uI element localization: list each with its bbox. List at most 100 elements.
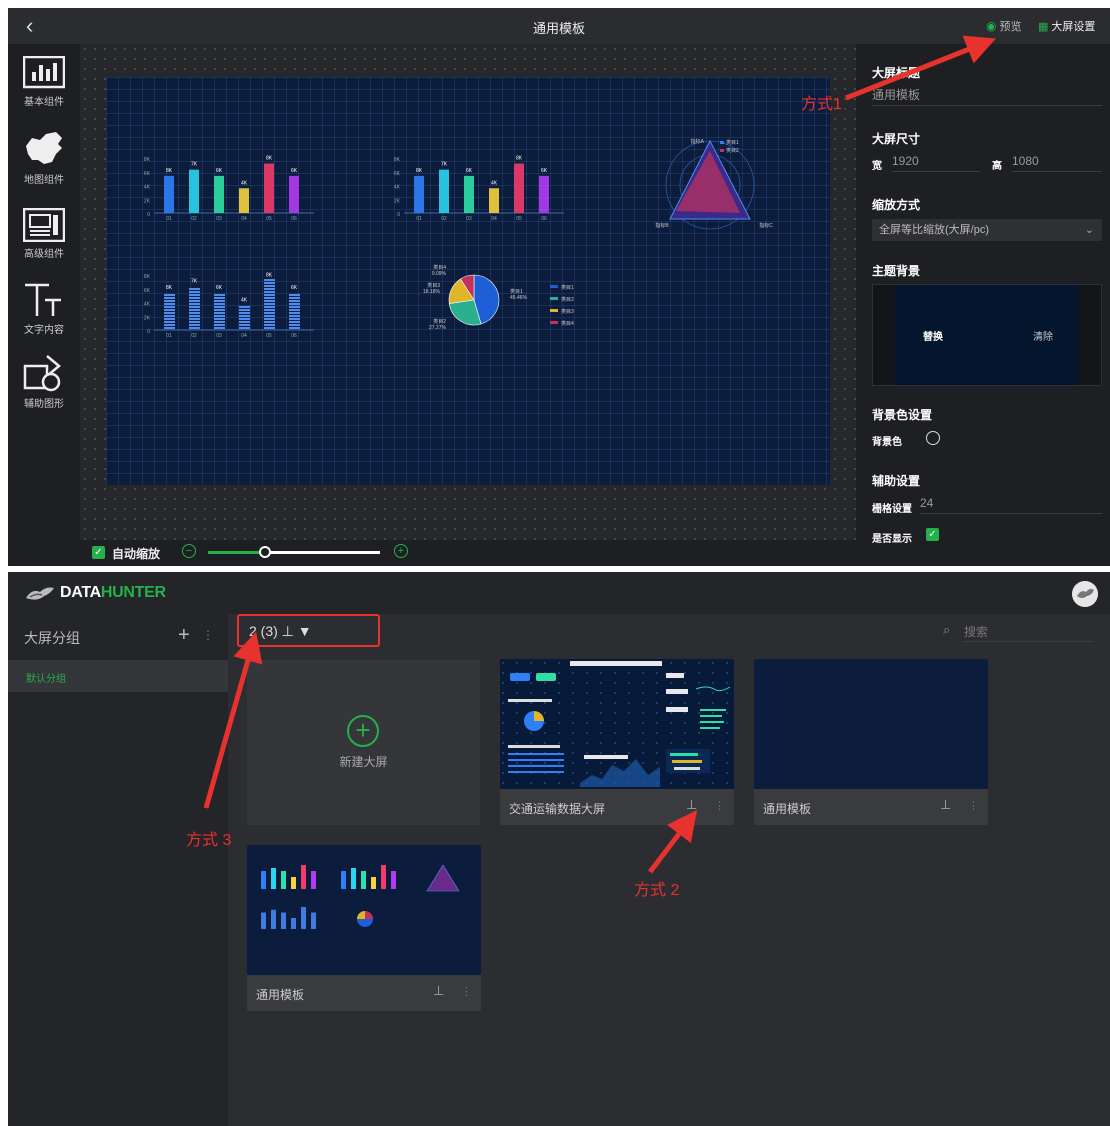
more-icon[interactable]: ⋮ bbox=[461, 985, 472, 998]
bar-chart-3-bar-segment bbox=[214, 294, 225, 296]
bar-chart-3-bar-segment bbox=[264, 321, 275, 323]
pie-legend-label: 类目3 bbox=[561, 308, 574, 315]
bar-chart-1-value-label: 8K bbox=[166, 168, 173, 174]
bar-chart-3-bar-segment bbox=[164, 312, 175, 314]
eye-icon: ◉ bbox=[986, 19, 997, 33]
bar-chart-3-value-label: 8K bbox=[166, 285, 173, 291]
bar-chart-3-bar-segment bbox=[164, 324, 175, 326]
radar-axis-label: 指标A bbox=[691, 138, 705, 145]
avatar[interactable] bbox=[1072, 581, 1098, 607]
bar-chart-3-bar-segment bbox=[214, 315, 225, 317]
theme-bg-heading: 主题背景 bbox=[872, 264, 921, 278]
card-footer: 交通运输数据大屏 ⊥ ⋮ bbox=[500, 789, 734, 825]
bar-chart-3-value-label: 6K bbox=[216, 285, 223, 291]
screen-card-transport[interactable]: 交通运输数据大屏 ⊥ ⋮ bbox=[500, 659, 734, 825]
bar-chart-3-bar-segment bbox=[289, 324, 300, 326]
rail-aux-shapes[interactable]: 辅助图形 bbox=[8, 354, 80, 410]
grid-setting-input[interactable]: 24 bbox=[920, 494, 1102, 514]
bar-chart-3-bar-segment bbox=[164, 309, 175, 311]
bg-color-picker[interactable] bbox=[926, 431, 940, 445]
rail-map-components[interactable]: 地图组件 bbox=[8, 130, 80, 186]
zoom-slider-handle[interactable] bbox=[258, 546, 271, 558]
bar-chart-3-bar-segment bbox=[214, 321, 225, 323]
rail-text-content[interactable]: 文字内容 bbox=[8, 282, 80, 336]
bar-chart-3-ytick: 0 bbox=[147, 329, 150, 335]
auto-zoom-checkbox[interactable]: ✓ bbox=[92, 546, 105, 559]
avatar-icon bbox=[1072, 581, 1098, 607]
bar-chart-2-value-label: 8K bbox=[516, 156, 523, 162]
replace-bg-button[interactable]: 替换 bbox=[903, 328, 963, 343]
editor-canvas[interactable]: 8K 6K 4K 2K 0 8K 01 7K 02 6K 03 4K 04 8K 05 6K 06 8K 6K 4K 2… bbox=[80, 44, 856, 540]
bar-chart-2-ytick: 6K bbox=[394, 171, 401, 177]
clear-bg-button[interactable]: 清除 bbox=[1013, 328, 1073, 343]
search-input[interactable] bbox=[964, 622, 1094, 642]
card-footer: 通用模板 ⊥ ⋮ bbox=[247, 975, 481, 1011]
new-screen-card[interactable]: + 新建大屏 bbox=[247, 660, 480, 825]
bar-chart-2-bar bbox=[414, 175, 424, 213]
bar-chart-3-category-label: 05 bbox=[266, 333, 272, 339]
bar-chart-3-bar-segment bbox=[189, 291, 200, 293]
big-screen-preview[interactable]: 8K 6K 4K 2K 0 8K 01 7K 02 6K 03 4K 04 8K 05 6K 06 8K 6K 4K 2… bbox=[106, 77, 830, 485]
bar-chart-3-bar-segment bbox=[214, 312, 225, 314]
bar-chart-2-category-label: 01 bbox=[416, 216, 422, 222]
bar-chart-3-bar-segment bbox=[189, 297, 200, 299]
bar-chart-1-bar bbox=[214, 175, 224, 213]
zoom-in-button[interactable]: + bbox=[394, 544, 408, 558]
add-group-button[interactable]: + bbox=[178, 624, 190, 647]
thumb-bar bbox=[371, 877, 376, 889]
bar-chart-3-bar-segment bbox=[289, 312, 300, 314]
group-sidebar: 大屏分组 + ⋮ 默认分组 bbox=[8, 614, 228, 1126]
bar-chart-icon bbox=[23, 56, 65, 89]
bar-chart-3-value-label: 4K bbox=[241, 297, 248, 303]
bar-chart-2-bar bbox=[489, 188, 499, 213]
height-input[interactable]: 1080 bbox=[1012, 152, 1102, 172]
bar-chart-2-bar bbox=[514, 163, 524, 213]
screen-title-input[interactable]: 通用模板 bbox=[872, 86, 1102, 106]
bar-chart-1-value-label: 4K bbox=[241, 180, 248, 186]
scale-mode-select[interactable]: 全屏等比缩放(大屏/pc) ⌄ bbox=[872, 219, 1102, 241]
rail-advanced-components[interactable]: 高级组件 bbox=[8, 208, 80, 260]
show-grid-checkbox[interactable]: ✓ bbox=[926, 528, 939, 541]
bar-chart-3-bar-segment bbox=[239, 306, 250, 308]
bar-chart-3-bar-segment bbox=[214, 327, 225, 329]
bar-chart-3-category-label: 03 bbox=[216, 333, 222, 339]
rail-label: 地图组件 bbox=[24, 175, 64, 186]
rail-basic-components[interactable]: 基本组件 bbox=[8, 56, 80, 108]
bar-chart-2-ytick: 8K bbox=[394, 157, 401, 163]
bar-chart-3-bar-segment bbox=[264, 279, 275, 281]
group-more-icon[interactable]: ⋮ bbox=[202, 628, 214, 642]
zoom-out-button[interactable]: − bbox=[182, 544, 196, 558]
screen-card-generic-1[interactable]: 通用模板 ⊥ ⋮ bbox=[754, 659, 988, 825]
bar-chart-3-bar-segment bbox=[214, 303, 225, 305]
show-grid-label: 是否显示 bbox=[872, 534, 912, 545]
preview-label: 预览 bbox=[999, 21, 1022, 33]
screen-settings-label: 大屏设置 bbox=[1051, 21, 1096, 33]
zoom-slider[interactable] bbox=[208, 546, 380, 558]
chevron-down-icon: ⌄ bbox=[1084, 224, 1094, 236]
pie-legend-swatch bbox=[550, 297, 558, 300]
more-icon[interactable]: ⋮ bbox=[968, 799, 979, 812]
present-icon[interactable]: ⊥ bbox=[433, 983, 444, 999]
bg-color-heading: 背景色设置 bbox=[872, 408, 933, 422]
width-input[interactable]: 1920 bbox=[892, 152, 980, 172]
thumb-bar bbox=[301, 865, 306, 889]
bar-chart-3-bar-segment bbox=[289, 306, 300, 308]
component-rail: 基本组件 地图组件 高级组件 文字内容 辅助图形 bbox=[8, 44, 80, 566]
back-button[interactable]: ‹ bbox=[26, 14, 48, 38]
preview-button[interactable]: ◉ 预览 bbox=[986, 18, 1021, 34]
screen-settings-button[interactable]: ▦ 大屏设置 bbox=[1038, 18, 1095, 34]
rail-label: 文字内容 bbox=[24, 325, 64, 336]
sidebar-item-default-group[interactable]: 默认分组 bbox=[8, 660, 228, 692]
present-icon[interactable]: ⊥ bbox=[686, 797, 697, 813]
pie-legend-label: 类目1 bbox=[561, 284, 574, 291]
more-icon[interactable]: ⋮ bbox=[714, 799, 725, 812]
bar-chart-1-category-label: 04 bbox=[241, 216, 247, 222]
bar-chart-3-value-label: 8K bbox=[266, 273, 273, 279]
screen-card-generic-2[interactable]: 通用模板 ⊥ ⋮ bbox=[247, 845, 481, 1011]
present-icon[interactable]: ⊥ bbox=[940, 797, 951, 813]
bar-chart-3-bar-segment bbox=[189, 312, 200, 314]
present-mode-filter[interactable]: 2 (3) ⊥ ▼ bbox=[249, 623, 312, 640]
bar-chart-3-ytick: 4K bbox=[144, 302, 151, 308]
bar-chart-1-bar bbox=[289, 175, 299, 213]
bar-chart-3-bar-segment bbox=[239, 324, 250, 326]
